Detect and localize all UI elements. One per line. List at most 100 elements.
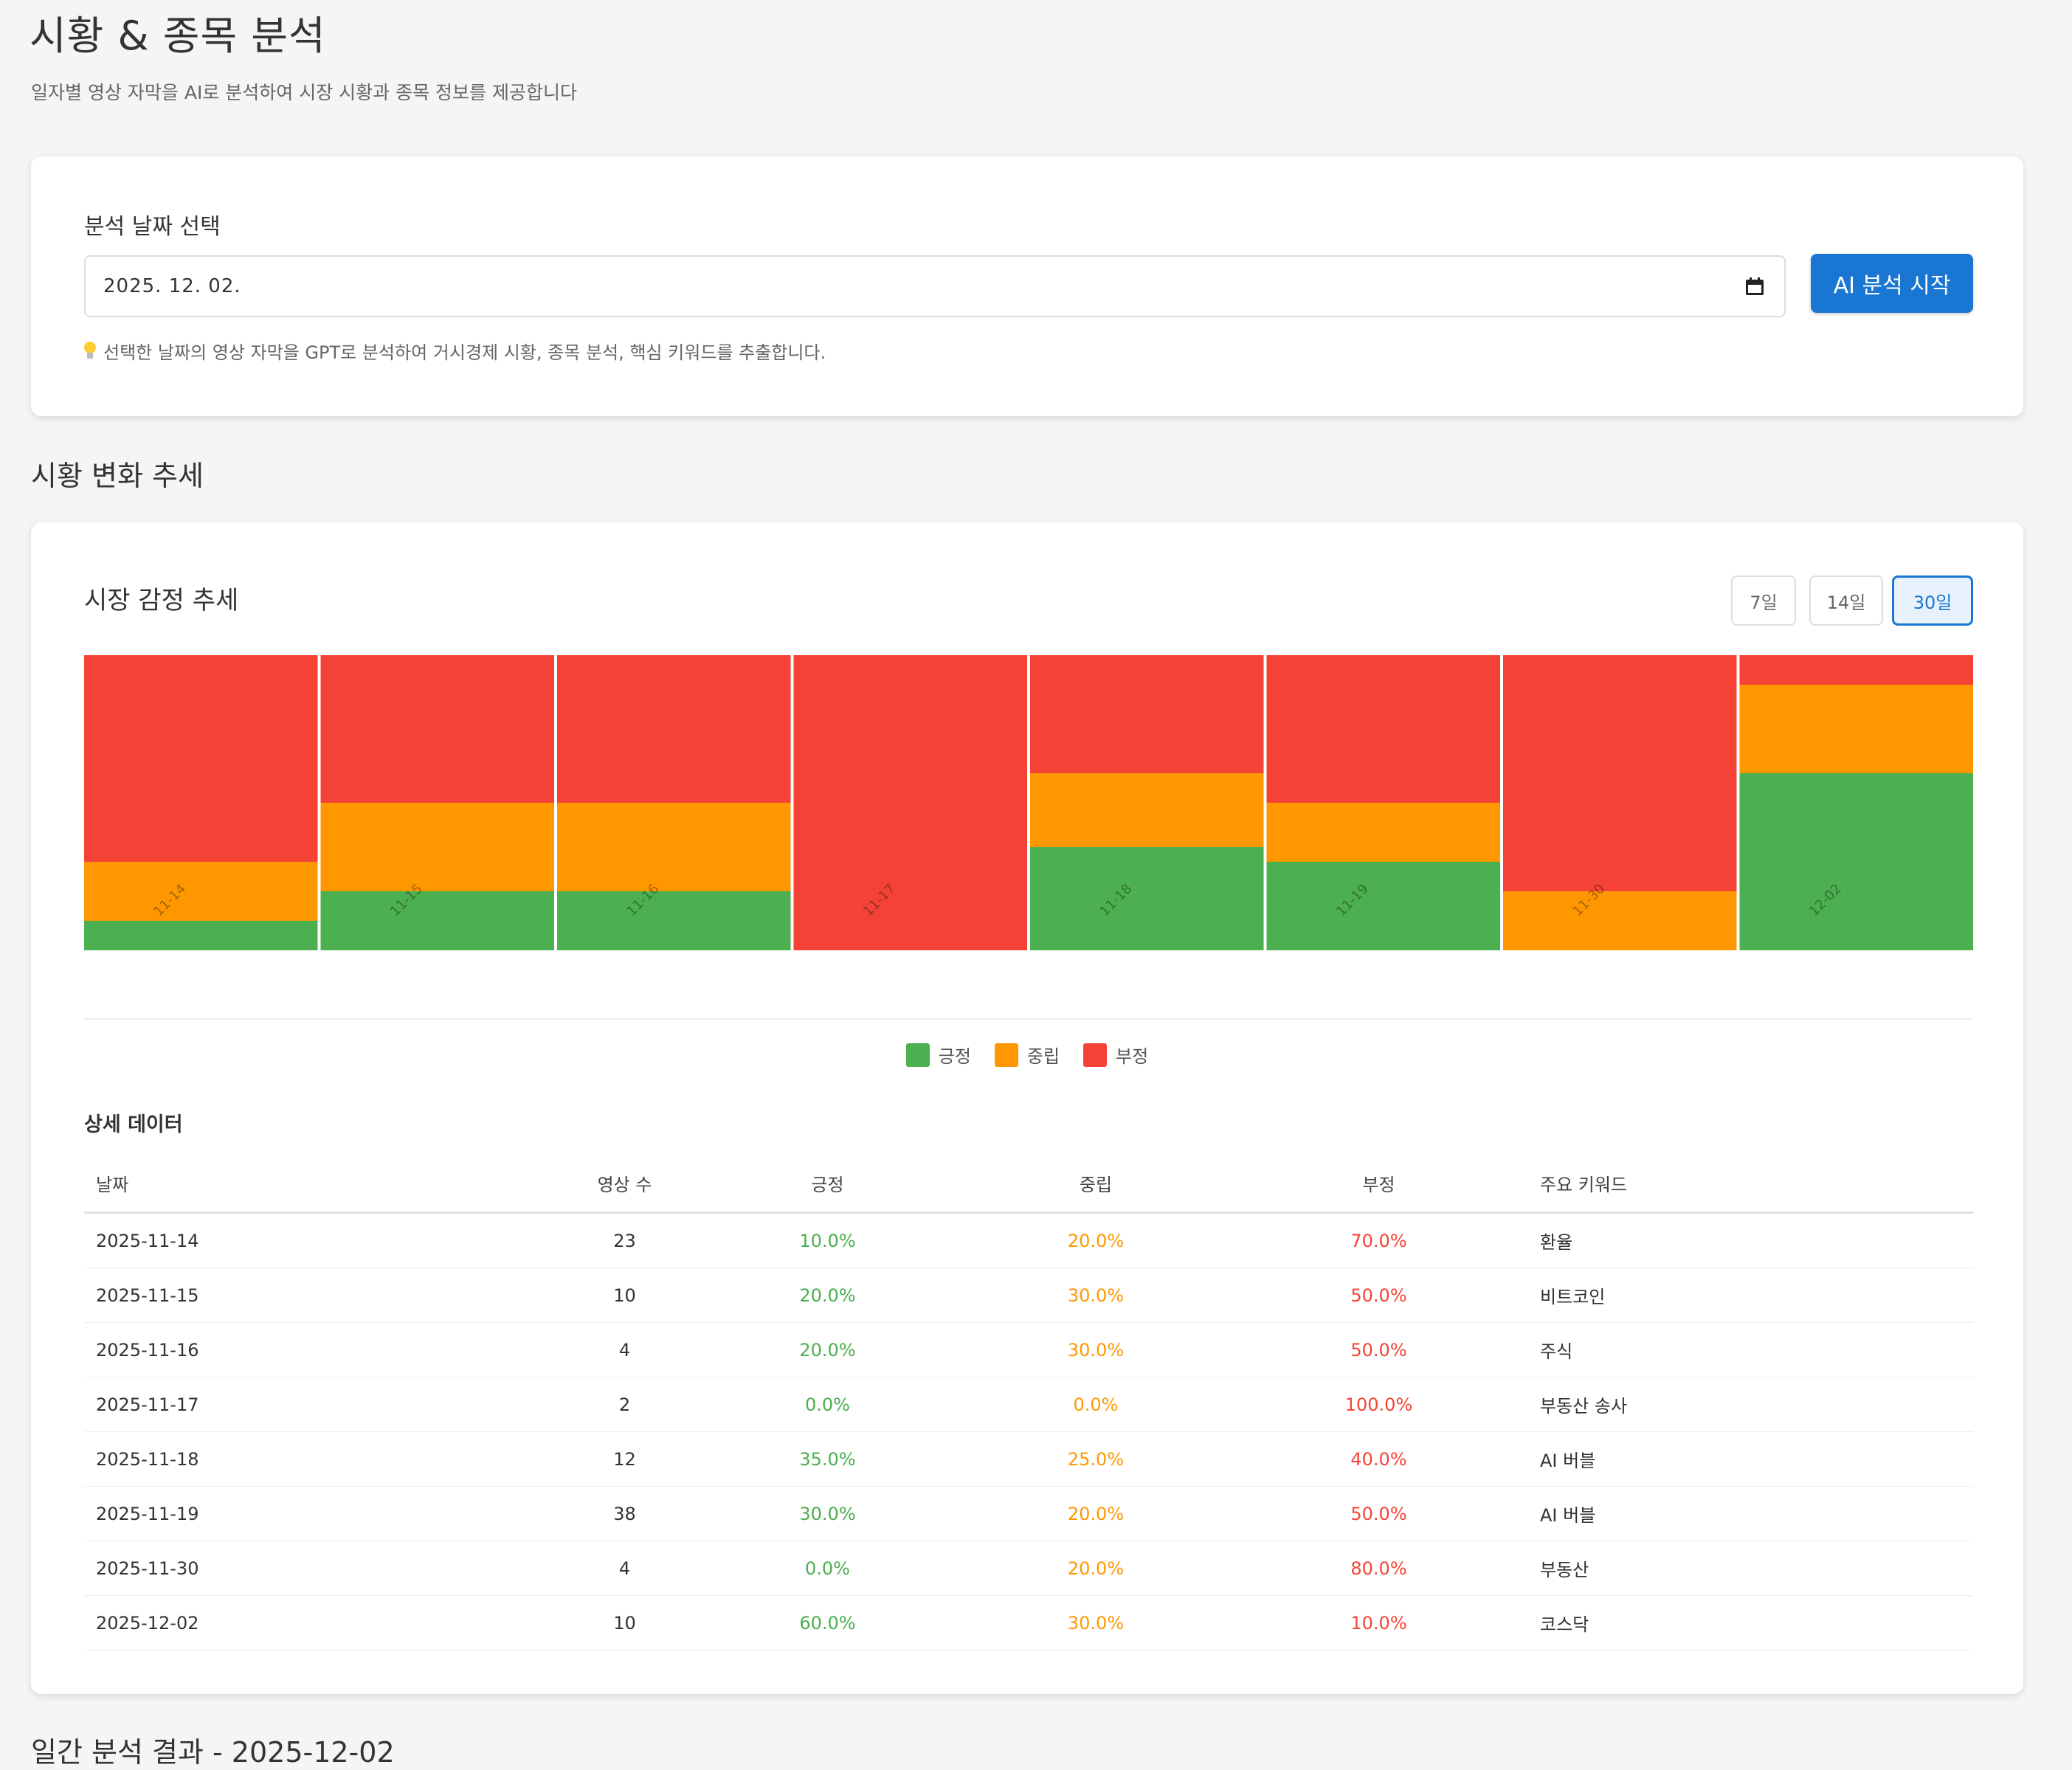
cell-positive: 0.0% <box>693 1541 962 1596</box>
cell-videos: 10 <box>556 1268 693 1323</box>
col-header-keyword: 주요 키워드 <box>1528 1154 1973 1214</box>
trend-section-title: 시황 변화 추세 <box>31 460 204 492</box>
cell-date: 2025-12-02 <box>84 1595 556 1650</box>
table-row: 2025-11-16 4 20.0% 30.0% 50.0% 주식 <box>84 1322 1973 1377</box>
bar-segment-positive-11-18[interactable] <box>1030 847 1264 950</box>
cell-date: 2025-11-19 <box>84 1486 556 1541</box>
cell-videos: 10 <box>556 1595 693 1650</box>
table-row: 2025-11-19 38 30.0% 20.0% 50.0% AI 버블 <box>84 1486 1973 1541</box>
table-row: 2025-11-15 10 20.0% 30.0% 50.0% 비트코인 <box>84 1268 1973 1323</box>
date-picker-label: 분석 날짜 선택 <box>84 214 221 240</box>
page-subtitle: 일자별 영상 자막을 AI로 분석하여 시장 시황과 종목 정보를 제공합니다 <box>31 82 577 103</box>
calendar-icon[interactable] <box>1746 277 1764 295</box>
daily-result-section-title: 일간 분석 결과 - 2025-12-02 <box>31 1736 395 1769</box>
legend-item-negative: 부정 <box>1083 1042 1148 1068</box>
cell-date: 2025-11-15 <box>84 1268 556 1323</box>
bar-segment-positive-11-14[interactable] <box>84 921 318 950</box>
ai-analyze-button[interactable]: AI 분석 시작 <box>1811 254 1973 313</box>
bar-segment-negative-11-19[interactable] <box>1266 655 1501 803</box>
cell-neutral: 30.0% <box>962 1595 1229 1650</box>
bar-segment-positive-12-02[interactable] <box>1739 773 1974 950</box>
table-row: 2025-11-14 23 10.0% 20.0% 70.0% 환율 <box>84 1212 1973 1268</box>
bar-segment-neutral-11-15[interactable] <box>320 803 555 891</box>
cell-negative: 50.0% <box>1229 1268 1528 1323</box>
page-title: 시황 & 종목 분석 <box>30 13 326 59</box>
cell-neutral: 0.0% <box>962 1377 1229 1432</box>
bar-segment-neutral-11-30[interactable] <box>1503 891 1737 950</box>
table-header-row: 날짜 영상 수 긍정 중립 부정 주요 키워드 <box>84 1154 1973 1214</box>
cell-keyword: 부동산 송사 <box>1528 1377 1973 1432</box>
sentiment-chart-card: 시장 감정 추세 7일 14일 30일 11-14 11-15 11-16 11-17… <box>31 522 2023 1694</box>
legend-item-neutral: 중립 <box>994 1042 1060 1068</box>
cell-neutral: 20.0% <box>962 1541 1229 1596</box>
bar-segment-positive-11-15[interactable] <box>320 891 555 950</box>
cell-date: 2025-11-14 <box>84 1212 556 1268</box>
date-input-value: 2025. 12. 02. <box>103 275 241 297</box>
cell-negative: 80.0% <box>1229 1541 1528 1596</box>
table-row: 2025-11-18 12 35.0% 25.0% 40.0% AI 버블 <box>84 1431 1973 1487</box>
legend-label-negative: 부정 <box>1116 1046 1149 1067</box>
date-input[interactable]: 2025. 12. 02. <box>84 255 1786 317</box>
cell-date: 2025-11-18 <box>84 1431 556 1487</box>
cell-date: 2025-11-17 <box>84 1377 556 1432</box>
legend-swatch-positive <box>905 1043 930 1067</box>
bar-segment-negative-11-18[interactable] <box>1030 655 1264 773</box>
cell-keyword: 환율 <box>1528 1212 1973 1268</box>
cell-keyword: 코스닥 <box>1528 1595 1973 1650</box>
hint-text: 선택한 날짜의 영상 자막을 GPT로 분석하여 거시경제 시황, 종목 분석,… <box>84 338 826 364</box>
col-header-negative: 부정 <box>1229 1154 1528 1214</box>
range-button-30d[interactable]: 30일 <box>1892 575 1973 626</box>
bar-segment-negative-11-15[interactable] <box>320 655 555 803</box>
bar-segment-neutral-11-19[interactable] <box>1266 803 1501 862</box>
col-header-positive: 긍정 <box>693 1154 962 1214</box>
bar-segment-negative-11-14[interactable] <box>84 655 318 862</box>
cell-negative: 50.0% <box>1229 1322 1528 1377</box>
chart-divider <box>84 1018 1973 1020</box>
hint-label: 선택한 날짜의 영상 자막을 GPT로 분석하여 거시경제 시황, 종목 분석,… <box>103 342 826 363</box>
cell-date: 2025-11-30 <box>84 1541 556 1596</box>
cell-videos: 12 <box>556 1431 693 1487</box>
cell-keyword: AI 버블 <box>1528 1431 1973 1487</box>
table-row: 2025-11-30 4 0.0% 20.0% 80.0% 부동산 <box>84 1541 1973 1596</box>
legend-label-neutral: 중립 <box>1026 1046 1060 1067</box>
bar-segment-positive-11-19[interactable] <box>1266 862 1501 950</box>
bar-segment-negative-12-02[interactable] <box>1739 655 1974 685</box>
cell-videos: 4 <box>556 1541 693 1596</box>
cell-neutral: 20.0% <box>962 1486 1229 1541</box>
sentiment-stacked-bar-chart: 11-14 11-15 11-16 11-17 11-18 11-19 11-30 12-02 <box>84 655 1973 950</box>
lightbulb-icon <box>84 341 96 361</box>
bar-segment-neutral-11-16[interactable] <box>557 803 791 891</box>
cell-positive: 0.0% <box>693 1377 962 1432</box>
range-button-7d[interactable]: 7일 <box>1731 575 1796 626</box>
cell-videos: 23 <box>556 1212 693 1268</box>
legend-swatch-negative <box>1083 1043 1108 1067</box>
cell-negative: 50.0% <box>1229 1486 1528 1541</box>
cell-keyword: 부동산 <box>1528 1541 1973 1596</box>
cell-videos: 38 <box>556 1486 693 1541</box>
bar-segment-neutral-11-14[interactable] <box>84 862 318 921</box>
table-row: 2025-12-02 10 60.0% 30.0% 10.0% 코스닥 <box>84 1595 1973 1650</box>
detail-table: 날짜 영상 수 긍정 중립 부정 주요 키워드 2025-11-14 23 10… <box>84 1154 1973 1650</box>
col-header-date: 날짜 <box>84 1154 556 1214</box>
date-picker-card: 분석 날짜 선택 2025. 12. 02. AI 분석 시작 선택한 날짜의 … <box>31 156 2023 416</box>
cell-neutral: 25.0% <box>962 1431 1229 1487</box>
chart-title: 시장 감정 추세 <box>84 586 239 615</box>
cell-negative: 40.0% <box>1229 1431 1528 1487</box>
cell-negative: 10.0% <box>1229 1595 1528 1650</box>
cell-date: 2025-11-16 <box>84 1322 556 1377</box>
bar-segment-neutral-11-18[interactable] <box>1030 773 1264 847</box>
detail-title: 상세 데이터 <box>84 1113 183 1136</box>
bar-segment-neutral-12-02[interactable] <box>1739 685 1974 773</box>
bar-segment-negative-11-16[interactable] <box>557 655 791 803</box>
cell-positive: 35.0% <box>693 1431 962 1487</box>
cell-positive: 20.0% <box>693 1322 962 1377</box>
table-row: 2025-11-17 2 0.0% 0.0% 100.0% 부동산 송사 <box>84 1377 1973 1432</box>
bar-segment-positive-11-16[interactable] <box>557 891 791 950</box>
legend-item-positive: 긍정 <box>905 1042 971 1068</box>
chart-legend: 긍정 중립 부정 <box>31 1042 2023 1068</box>
range-button-14d[interactable]: 14일 <box>1809 575 1883 626</box>
col-header-neutral: 중립 <box>962 1154 1229 1214</box>
cell-neutral: 20.0% <box>962 1212 1229 1268</box>
bar-segment-negative-11-30[interactable] <box>1503 655 1737 891</box>
bar-segment-negative-11-17[interactable] <box>793 655 1028 950</box>
